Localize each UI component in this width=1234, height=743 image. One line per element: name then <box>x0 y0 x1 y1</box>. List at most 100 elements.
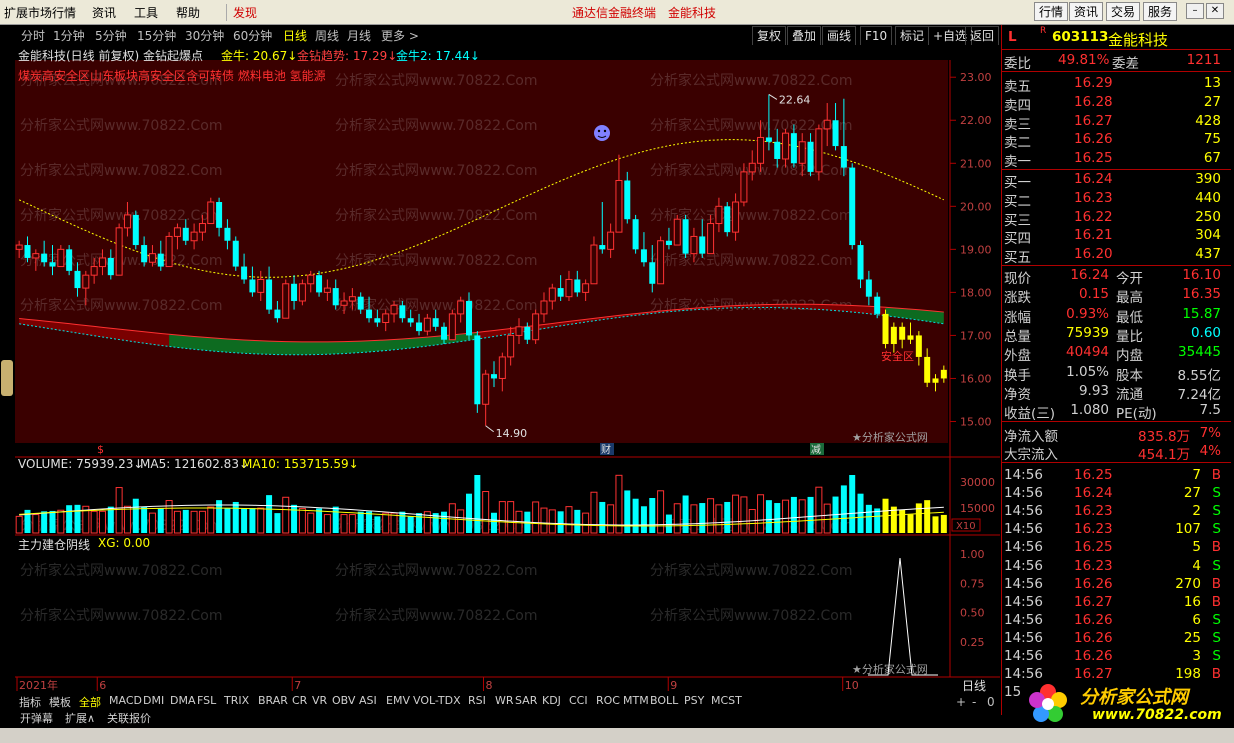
price-tick-label: 15.00 <box>960 415 992 428</box>
danmaku-toggle[interactable]: 开弹幕 <box>20 710 53 726</box>
indicator-tab[interactable]: ROC <box>596 694 620 707</box>
menu-help[interactable]: 帮助 <box>176 4 200 21</box>
volume-bar <box>740 496 748 534</box>
candle-body <box>765 137 772 142</box>
panel-collapse-handle[interactable] <box>1 360 13 396</box>
adjust-button[interactable]: 复权 <box>752 26 787 46</box>
period-timeshare[interactable]: 分时 <box>21 27 45 44</box>
price-tick-label: 18.00 <box>960 286 992 299</box>
bid-row[interactable]: 买二 16.23 440 <box>1002 190 1227 210</box>
news-button[interactable]: 资讯 <box>1069 2 1104 21</box>
quote-button[interactable]: 行情 <box>1034 2 1069 21</box>
candle-body <box>807 141 814 172</box>
indicator-tab[interactable]: SAR <box>515 694 537 707</box>
period-60min[interactable]: 60分钟 <box>233 27 272 44</box>
indicator-tab[interactable]: MTM <box>623 694 649 707</box>
draw-button[interactable]: 画线 <box>822 26 857 46</box>
menu-tools[interactable]: 工具 <box>134 4 158 21</box>
indicator-tab[interactable]: BRAR <box>258 694 288 707</box>
candle-body <box>399 305 406 319</box>
overlay-button[interactable]: 叠加 <box>787 26 822 46</box>
price-tick-label: 17.00 <box>960 329 992 342</box>
stat-row: 外盘 40494 内盘 35445 <box>1004 344 1221 365</box>
indicator-tab[interactable]: RSI <box>468 694 486 707</box>
candle-body <box>132 214 139 246</box>
reduce-marker-label: 减 <box>811 444 821 456</box>
indicator-jinzuan-trend: 金钻趋势: 17.29↓ <box>297 49 398 63</box>
zoom-in-button[interactable]: + <box>956 695 966 709</box>
volume-bar <box>665 514 672 533</box>
f10-button[interactable]: F10 <box>860 26 893 46</box>
indicator-tab[interactable]: CCI <box>569 694 588 707</box>
ask-row[interactable]: 卖三 16.27 428 <box>1002 113 1227 133</box>
volume-bar <box>148 512 156 534</box>
back-button[interactable]: 返回 <box>965 26 1000 46</box>
menu-extended-market[interactable]: 扩展市场行情 <box>4 4 76 21</box>
stock-name: 金能科技 <box>1108 31 1169 49</box>
mark-button[interactable]: 标记 <box>895 26 930 46</box>
volume-bar <box>249 508 256 533</box>
period-daily[interactable]: 日线 <box>283 27 307 44</box>
flag-l: L <box>1008 29 1017 45</box>
extend-toggle[interactable]: 扩展∧ <box>65 710 95 726</box>
indicator-tab[interactable]: OBV <box>332 694 355 707</box>
indicator-jinniu2: 金牛2: 17.44↓ <box>396 49 480 63</box>
indicator-tab[interactable]: MCST <box>711 694 742 707</box>
close-icon[interactable]: ✕ <box>1206 3 1224 19</box>
trade-button[interactable]: 交易 <box>1106 2 1141 21</box>
indicator-tab[interactable]: TRIX <box>224 694 249 707</box>
service-button[interactable]: 服务 <box>1143 2 1178 21</box>
volume-bar <box>498 501 506 534</box>
period-1min[interactable]: 1分钟 <box>53 27 85 44</box>
indicator-tab[interactable]: PSY <box>684 694 704 707</box>
ask-row[interactable]: 卖四 16.28 27 <box>1002 94 1227 114</box>
volume-bar <box>374 516 381 533</box>
indicator-tab[interactable]: KDJ <box>542 694 561 707</box>
zoom-reset-button[interactable]: 0 <box>987 695 995 709</box>
indicator-tab[interactable]: VOL-TDX <box>413 694 461 707</box>
period-5min[interactable]: 5分钟 <box>95 27 127 44</box>
zoom-out-button[interactable]: - <box>972 695 976 709</box>
indicator-tab[interactable]: MACD <box>109 694 142 707</box>
indicator-tab[interactable]: CR <box>292 694 307 707</box>
indicator-tab[interactable]: WR <box>495 694 514 707</box>
candle-body <box>482 373 490 405</box>
ask-row[interactable]: 卖二 16.26 75 <box>1002 131 1227 151</box>
indicator-tab[interactable]: DMA <box>170 694 196 707</box>
volume-bar <box>132 498 139 533</box>
related-quote-toggle[interactable]: 关联报价 <box>107 710 151 726</box>
bid-row[interactable]: 买四 16.21 304 <box>1002 227 1227 247</box>
indicator-tab[interactable]: EMV <box>386 694 410 707</box>
menu-news[interactable]: 资讯 <box>92 4 116 21</box>
bid-row[interactable]: 买一 16.24 390 <box>1002 171 1227 191</box>
stat-row: 净资 9.93 流通 7.24亿 <box>1004 382 1221 403</box>
concept-tags: 煤炭高安全区山东板块高安全区含可转债 燃料电池 氢能源 <box>18 69 326 83</box>
indicator-tab[interactable]: DMI <box>143 694 164 707</box>
bid-row[interactable]: 买三 16.22 250 <box>1002 209 1227 229</box>
watermark-text: 分析家公式网www.70822.Com <box>335 72 537 89</box>
watermark-text: 分析家公式网www.70822.Com <box>20 297 222 314</box>
period-weekly[interactable]: 周线 <box>315 27 339 44</box>
period-30min[interactable]: 30分钟 <box>185 27 224 44</box>
indicator-tab[interactable]: ASI <box>359 694 377 707</box>
ask-row[interactable]: 卖五 16.29 13 <box>1002 75 1227 95</box>
ask-row[interactable]: 卖一 16.25 67 <box>1002 150 1227 170</box>
menu-discover[interactable]: 发现 <box>226 4 257 21</box>
indicator-tab[interactable]: 指标 <box>19 694 41 710</box>
volume-bar <box>590 491 598 534</box>
candle-body <box>366 309 373 319</box>
indicator-tab[interactable]: FSL <box>197 694 216 707</box>
indicator-tab[interactable]: 全部 <box>79 694 101 710</box>
period-15min[interactable]: 15分钟 <box>137 27 176 44</box>
period-monthly[interactable]: 月线 <box>347 27 371 44</box>
indicator-tab[interactable]: 模板 <box>49 694 71 710</box>
minimize-icon[interactable]: – <box>1186 3 1204 19</box>
indicator-tab[interactable]: VR <box>312 694 327 707</box>
period-more[interactable]: 更多 > <box>381 27 419 44</box>
kline-chart[interactable]: 分析家公式网www.70822.Com 分析家公式网www.70822.Com 分析… <box>15 45 1000 693</box>
volume-bar <box>490 512 497 533</box>
bid-row[interactable]: 买五 16.20 437 <box>1002 246 1227 266</box>
indicator-tab[interactable]: BOLL <box>650 694 678 707</box>
candle-body <box>899 326 906 340</box>
candle-body <box>207 201 215 225</box>
